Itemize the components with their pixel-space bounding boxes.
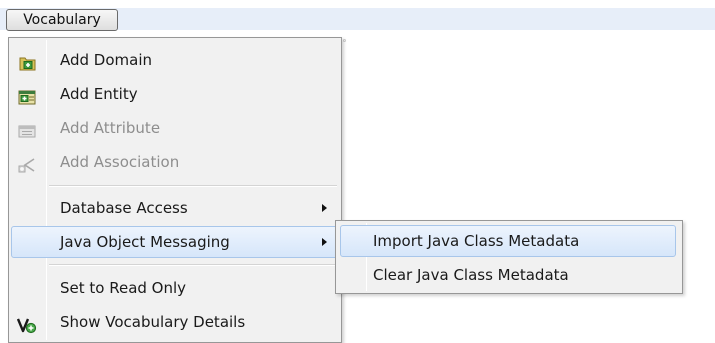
menu-item-add-entity[interactable]: Add Entity: [11, 78, 339, 110]
submenu-arrow-icon: [322, 204, 327, 212]
submenu-arrow-icon: [322, 238, 327, 246]
menu-item-label: Add Attribute: [60, 119, 161, 137]
menu-item-add-association[interactable]: Add Association: [11, 146, 339, 178]
menubar: Vocabulary: [0, 0, 715, 38]
menu-item-label: Add Domain: [60, 51, 153, 69]
add-attribute-icon: [17, 119, 37, 138]
menu-item-set-read-only[interactable]: Set to Read Only: [11, 272, 339, 304]
menu-item-label: Database Access: [60, 199, 188, 217]
menu-item-label: Java Object Messaging: [60, 233, 230, 251]
add-association-icon: [17, 153, 37, 173]
menu-item-label: Clear Java Class Metadata: [373, 266, 569, 284]
vocabulary-menu-button[interactable]: Vocabulary: [6, 9, 118, 31]
menu-item-add-domain[interactable]: Add Domain: [11, 44, 339, 76]
menu-item-show-vocabulary-details[interactable]: Show Vocabulary Details: [11, 306, 339, 338]
java-object-messaging-submenu: Import Java Class Metadata Clear Java Cl…: [335, 220, 683, 294]
add-domain-icon: [17, 51, 37, 71]
menu-item-import-java-class-metadata[interactable]: Import Java Class Metadata: [340, 225, 676, 257]
menu-separator: [49, 264, 337, 266]
menu-item-label: Set to Read Only: [60, 279, 187, 297]
menu-item-label: Import Java Class Metadata: [373, 232, 580, 250]
menu-item-label: Add Entity: [60, 85, 138, 103]
menu-item-clear-java-class-metadata[interactable]: Clear Java Class Metadata: [340, 259, 676, 291]
screen: Vocabulary Add Domain Add Entity Add Att…: [0, 0, 715, 343]
vocabulary-details-icon: [16, 313, 37, 334]
menu-item-database-access[interactable]: Database Access: [11, 192, 339, 224]
add-entity-icon: [17, 85, 37, 105]
resize-grip-icon: [343, 39, 346, 42]
menu-item-label: Show Vocabulary Details: [60, 313, 246, 331]
menu-item-java-object-messaging[interactable]: Java Object Messaging: [11, 226, 339, 258]
menu-item-add-attribute[interactable]: Add Attribute: [11, 112, 339, 144]
vocabulary-dropdown-menu: Add Domain Add Entity Add Attribute Add …: [8, 37, 342, 343]
menu-separator: [49, 185, 337, 187]
menu-item-label: Add Association: [60, 153, 180, 171]
